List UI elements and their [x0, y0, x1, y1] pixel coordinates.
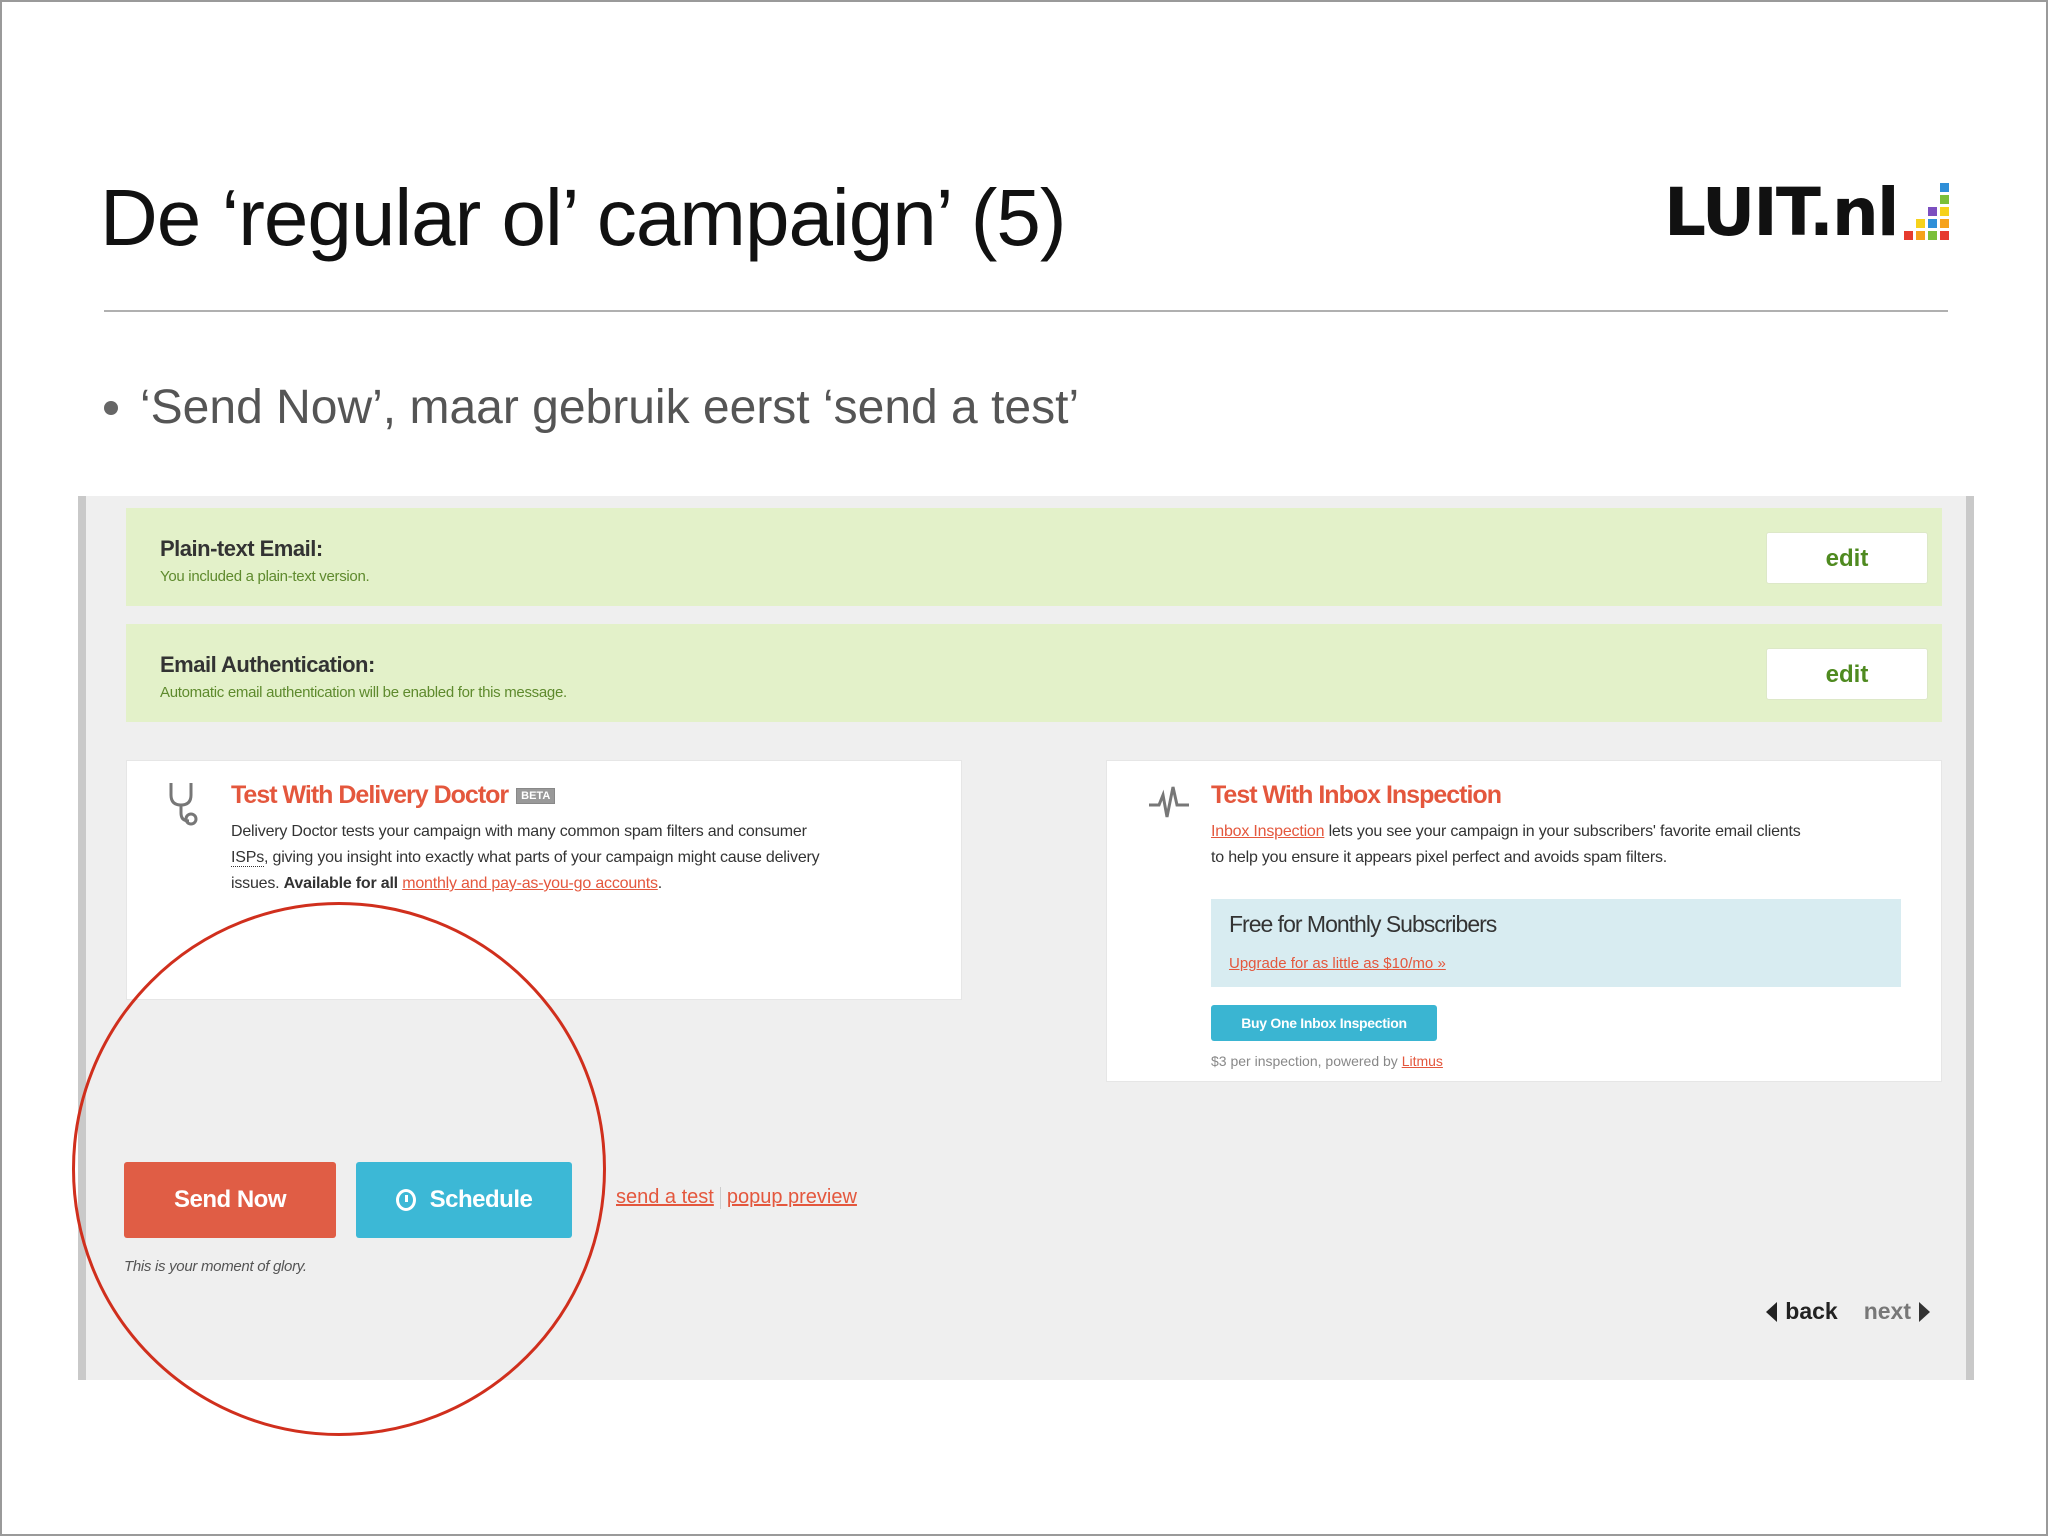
promo-title: Free for Monthly Subscribers — [1229, 911, 1497, 937]
panel-title: Plain-text Email: — [160, 536, 323, 561]
body-text: to help you ensure it appears pixel perf… — [1211, 849, 1667, 866]
bullet-dot-icon — [104, 400, 118, 415]
slide-title: De ‘regular ol’ campaign’ (5) — [100, 173, 1066, 262]
luit-logo: LUIT.nl — [1664, 180, 1949, 246]
test-links: send a test popup preview — [610, 1186, 863, 1209]
body-text: . — [657, 875, 663, 892]
back-link[interactable]: back — [1785, 1298, 1837, 1325]
bullet-text: ‘Send Now’, maar gebruik eerst ‘send a t… — [140, 381, 1080, 434]
pulse-icon — [1147, 783, 1191, 830]
slide: De ‘regular ol’ campaign’ (5) LUIT.nl ‘S… — [0, 0, 2048, 1536]
buy-inbox-inspection-button[interactable]: Buy One Inbox Inspection — [1211, 1005, 1437, 1041]
body-text: lets you see your campaign in your subsc… — [1324, 823, 1801, 840]
next-arrow-icon[interactable] — [1919, 1301, 1930, 1322]
card-title-text: Test With Delivery Doctor — [231, 781, 509, 809]
logo-text: LUIT.nl — [1664, 174, 1900, 251]
panel-description: You included a plain-text version. — [160, 568, 370, 585]
highlight-circle — [72, 902, 606, 1436]
edit-authentication-button[interactable]: edit — [1766, 648, 1928, 700]
delivery-doctor-description: Delivery Doctor tests your campaign with… — [231, 819, 941, 897]
litmus-link[interactable]: Litmus — [1402, 1053, 1443, 1069]
upgrade-link[interactable]: Upgrade for as little as $10/mo » — [1229, 955, 1446, 972]
next-link[interactable]: next — [1864, 1298, 1911, 1325]
send-a-test-link[interactable]: send a test — [616, 1186, 714, 1208]
plain-text-panel: Plain-text Email: You included a plain-t… — [126, 508, 1942, 606]
isps-term: ISPs — [231, 849, 264, 867]
pager: back next — [1766, 1298, 1930, 1325]
inbox-inspection-title: Test With Inbox Inspection — [1211, 781, 1502, 809]
body-text: , giving you insight into exactly what p… — [264, 849, 820, 866]
panel-title: Email Authentication: — [160, 652, 375, 677]
email-authentication-panel: Email Authentication: Automatic email au… — [126, 624, 1942, 722]
bullet-point: ‘Send Now’, maar gebruik eerst ‘send a t… — [104, 380, 1079, 435]
inbox-inspection-link[interactable]: Inbox Inspection — [1211, 823, 1325, 840]
popup-preview-link[interactable]: popup preview — [727, 1186, 857, 1208]
logo-equalizer-icon — [1903, 183, 1949, 246]
monthly-subscribers-promo: Free for Monthly Subscribers Upgrade for… — [1211, 899, 1901, 987]
body-text: issues. — [231, 875, 284, 892]
title-divider — [104, 310, 1948, 312]
accounts-link[interactable]: monthly and pay-as-you-go accounts — [402, 875, 658, 892]
link-separator — [719, 1186, 721, 1209]
body-text: Delivery Doctor tests your campaign with… — [231, 823, 807, 840]
inbox-inspection-description: Inbox Inspection lets you see your campa… — [1211, 819, 1921, 871]
beta-badge: BETA — [516, 788, 556, 805]
panel-description: Automatic email authentication will be e… — [160, 684, 567, 701]
inbox-inspection-card: Test With Inbox Inspection Inbox Inspect… — [1106, 760, 1942, 1082]
back-arrow-icon[interactable] — [1766, 1301, 1778, 1322]
stethoscope-icon — [165, 779, 201, 834]
price-text: $3 per inspection, powered by — [1211, 1053, 1402, 1069]
inspection-price-note: $3 per inspection, powered by Litmus — [1211, 1053, 1443, 1069]
delivery-doctor-title: Test With Delivery Doctor BETA — [231, 781, 556, 810]
logo-bar-cell — [1903, 231, 1913, 240]
edit-plain-text-button[interactable]: edit — [1766, 532, 1928, 584]
body-bold-text: Available for all — [283, 875, 403, 892]
